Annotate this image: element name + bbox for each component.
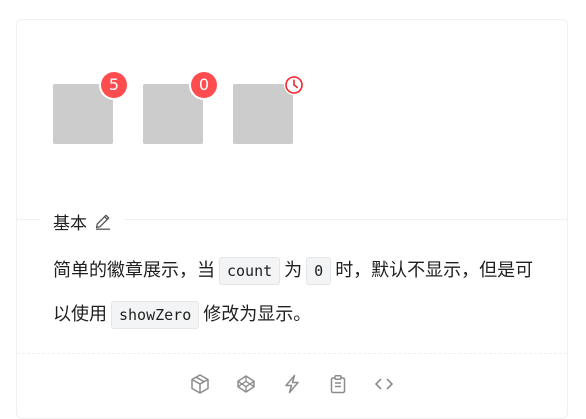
actions-divider (17, 353, 567, 354)
demo-title: 基本 (53, 213, 87, 234)
code-actions (17, 372, 567, 396)
code-showzero: showZero (111, 301, 200, 329)
stackblitz-icon[interactable] (280, 372, 304, 396)
desc-text: 为 (284, 260, 303, 281)
demo-title-area: 基本 (41, 209, 125, 234)
badge-example-count-0: 0 (143, 72, 217, 144)
count-badge: 5 (101, 72, 127, 98)
copy-icon[interactable] (326, 372, 350, 396)
code-zero: 0 (306, 257, 332, 285)
expand-code-icon[interactable] (372, 372, 396, 396)
badge-example-icon (233, 75, 304, 144)
demo-card: 5 0 基本 简单的徽章展示，当 count 为 0 时，默认不显示，但是可以使… (16, 19, 568, 419)
badge-example-count-5: 5 (53, 72, 127, 144)
demo-preview: 5 0 (17, 20, 567, 219)
codesandbox-icon[interactable] (188, 372, 212, 396)
code-count: count (219, 257, 281, 285)
demo-description: 简单的徽章展示，当 count 为 0 时，默认不显示，但是可以使用 showZero 修改… (53, 249, 539, 337)
desc-text: 简单的徽章展示，当 (53, 260, 215, 281)
edit-icon[interactable] (93, 211, 113, 231)
desc-text: 修改为显示。 (203, 304, 312, 325)
codepen-icon[interactable] (234, 372, 258, 396)
clock-icon (284, 75, 304, 95)
count-badge: 0 (191, 72, 217, 98)
